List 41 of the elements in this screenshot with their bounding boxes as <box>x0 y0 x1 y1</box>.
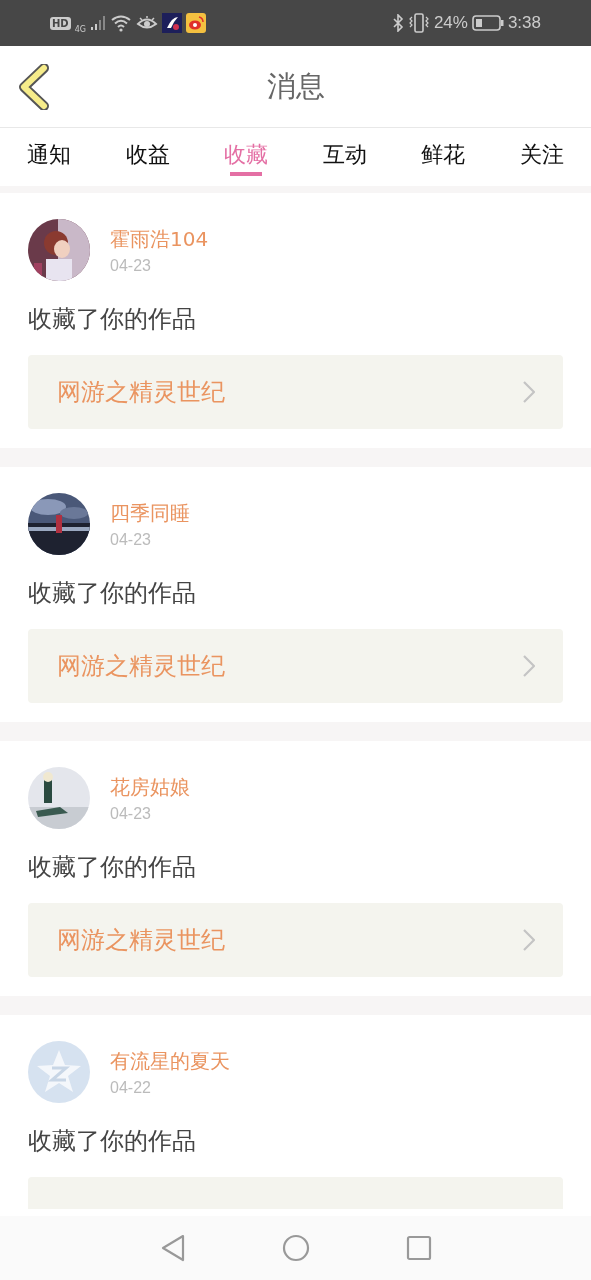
page-title: 消息 <box>266 67 325 105</box>
network-type: 4G <box>74 24 86 34</box>
message-text: 收藏了你的作品 <box>28 304 197 335</box>
battery-icon <box>471 15 504 31</box>
work-link[interactable]: 网游之精灵世纪 <box>28 903 563 977</box>
user-name[interactable]: 四季同睡 <box>110 499 190 527</box>
message-text: 收藏了你的作品 <box>28 578 197 609</box>
message-date: 04-23 <box>110 256 152 275</box>
chevron-right-icon <box>523 655 535 677</box>
tab[interactable]: 鲜花 <box>394 128 493 186</box>
clock: 3:38 <box>507 13 541 33</box>
chevron-right-icon <box>523 929 535 951</box>
work-link[interactable]: 网游之精灵世纪 <box>28 355 563 429</box>
recents-nav-icon[interactable] <box>405 1235 432 1261</box>
back-nav-icon[interactable] <box>159 1233 186 1263</box>
back-icon[interactable] <box>18 64 50 110</box>
message-text: 收藏了你的作品 <box>28 1126 197 1157</box>
tab[interactable]: 关注 <box>492 128 591 186</box>
app-icon <box>185 13 206 33</box>
user-name[interactable]: 花房姑娘 <box>110 773 190 801</box>
app-icon <box>161 13 182 33</box>
message-date: 04-23 <box>110 804 152 823</box>
user-name[interactable]: 霍雨浩104 <box>110 225 209 253</box>
hd-indicator: HD <box>50 16 71 30</box>
signal-icon <box>89 15 106 31</box>
message-date: 04-23 <box>110 530 152 549</box>
user-name[interactable]: 有流星的夏天 <box>110 1047 230 1075</box>
chevron-right-icon <box>523 381 535 403</box>
battery-percent: 24% <box>433 13 468 33</box>
work-link[interactable]: 网游之精灵世纪 <box>28 629 563 703</box>
message-text: 收藏了你的作品 <box>28 852 197 883</box>
tab[interactable]: 收益 <box>98 128 197 186</box>
home-nav-icon[interactable] <box>281 1234 310 1262</box>
message-date: 04-22 <box>110 1078 152 1097</box>
wifi-icon <box>109 14 132 32</box>
vibrate-icon <box>407 13 430 33</box>
tab[interactable]: 通知 <box>0 128 99 186</box>
bluetooth-icon <box>391 14 404 32</box>
eye-icon <box>135 15 158 31</box>
default-avatar-icon <box>28 1041 90 1103</box>
tab[interactable]: 互动 <box>295 128 394 186</box>
